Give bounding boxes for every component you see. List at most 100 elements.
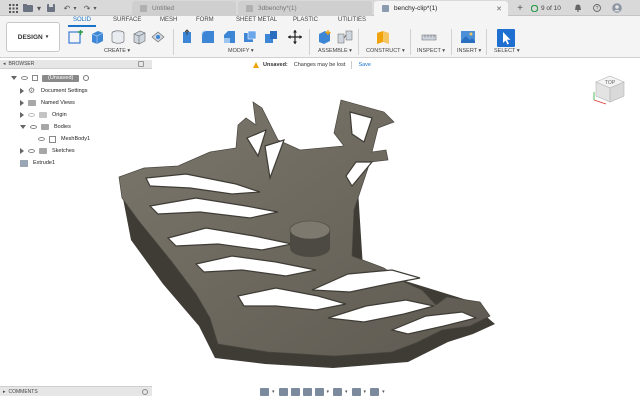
hidden-eye-icon[interactable] xyxy=(28,113,35,117)
insert-menu-label[interactable]: INSERT ▾ xyxy=(457,48,481,54)
chevron-down-icon[interactable]: ▾ xyxy=(364,389,367,395)
document-icon xyxy=(32,75,38,81)
tab-sheet-metal[interactable]: SHEET METAL xyxy=(236,17,277,23)
tab-benchy-clip[interactable]: benchy-clip*(1) ✕ xyxy=(374,1,508,16)
tab-surface[interactable]: SURFACE xyxy=(113,17,141,23)
redo-chevron-icon[interactable]: ▾ xyxy=(93,3,97,13)
undo-chevron-icon[interactable]: ▾ xyxy=(73,3,77,13)
visibility-eye-icon[interactable] xyxy=(21,76,28,80)
benchy-clip-part[interactable] xyxy=(118,99,491,357)
folder-icon xyxy=(39,148,47,154)
notifications-icon[interactable] xyxy=(573,3,583,13)
measure-icon[interactable] xyxy=(421,29,437,45)
expand-arrow-icon[interactable] xyxy=(20,112,24,118)
new-component-icon[interactable] xyxy=(316,29,332,45)
close-tab-icon[interactable]: ✕ xyxy=(496,5,502,13)
new-tab-icon[interactable]: + xyxy=(515,3,525,14)
box-icon[interactable] xyxy=(131,29,147,45)
help-icon[interactable]: ? xyxy=(592,3,602,13)
create-menu-label[interactable]: CREATE ▾ xyxy=(104,48,130,54)
display-settings-icon[interactable] xyxy=(333,387,343,396)
press-pull-icon[interactable] xyxy=(179,29,195,45)
insert-image-icon[interactable] xyxy=(460,29,476,45)
collapse-arrow-icon[interactable]: ◂ xyxy=(3,61,6,67)
construct-menu-label[interactable]: CONSTRUCT ▾ xyxy=(366,48,405,54)
tab-form[interactable]: FORM xyxy=(196,17,214,23)
chevron-down-icon[interactable]: ▾ xyxy=(327,389,330,395)
visibility-eye-icon[interactable] xyxy=(28,149,35,153)
zoom-icon[interactable] xyxy=(302,387,312,396)
tab-utilities[interactable]: UTILITIES xyxy=(338,17,366,23)
user-avatar-icon[interactable] xyxy=(611,3,623,13)
tree-item-origin[interactable]: Origin xyxy=(20,110,67,120)
tab-3dbenchy[interactable]: 3dbenchy*(1) xyxy=(238,1,372,16)
select-menu-label[interactable]: SELECT ▾ xyxy=(494,48,520,54)
tab-untitled[interactable]: Untitled xyxy=(132,1,236,16)
expand-arrow-icon[interactable]: ▸ xyxy=(3,389,6,395)
assemble-menu-label[interactable]: ASSEMBLE ▾ xyxy=(318,48,352,54)
file-menu-icon[interactable] xyxy=(22,3,34,13)
save-icon[interactable] xyxy=(46,3,56,13)
expand-arrow-icon[interactable] xyxy=(20,100,24,106)
comments-panel[interactable]: ▸ COMMENTS xyxy=(0,386,152,396)
view-cube[interactable]: TOP xyxy=(592,70,628,106)
tab-plastic[interactable]: PLASTIC xyxy=(293,17,318,23)
tree-item-document-settings[interactable]: ⚙ Document Settings xyxy=(20,86,87,96)
zoom-window-icon[interactable] xyxy=(314,387,324,396)
look-at-icon[interactable] xyxy=(278,387,288,396)
shell-icon[interactable] xyxy=(242,29,258,45)
file-menu-chevron-icon[interactable]: ▾ xyxy=(37,3,41,13)
chevron-down-icon[interactable]: ▾ xyxy=(382,389,385,395)
page-counter: 9 of 10 xyxy=(541,4,561,12)
joint-icon[interactable] xyxy=(337,29,353,45)
expand-arrow-icon[interactable] xyxy=(20,88,24,94)
modify-menu-label[interactable]: MODIFY ▾ xyxy=(228,48,254,54)
panel-resize-handle[interactable] xyxy=(146,61,150,67)
visibility-eye-icon[interactable] xyxy=(38,137,45,141)
tree-item-sketches[interactable]: Sketches xyxy=(20,146,75,156)
panel-pin-icon[interactable] xyxy=(138,61,144,67)
tree-item-named-views[interactable]: Named Views xyxy=(20,98,75,108)
tree-root[interactable]: (Unsaved) xyxy=(11,73,90,83)
workspace-switcher-button[interactable]: DESIGN ▾ xyxy=(6,22,60,52)
tree-item-bodies[interactable]: Bodies xyxy=(20,122,71,132)
browser-header[interactable]: ◂ BROWSER xyxy=(0,60,152,69)
expand-arrow-icon[interactable] xyxy=(20,125,26,129)
pattern-icon[interactable] xyxy=(150,29,166,45)
activate-radio-icon[interactable] xyxy=(83,75,90,81)
tree-item-meshbody1[interactable]: MeshBody1 xyxy=(38,134,90,144)
expand-arrow-icon[interactable] xyxy=(20,148,24,154)
offset-plane-icon[interactable] xyxy=(375,29,391,45)
chamfer-icon[interactable] xyxy=(221,29,237,45)
create-sketch-icon[interactable] xyxy=(68,29,84,45)
extrude-icon[interactable] xyxy=(89,29,105,45)
tab-solid[interactable]: SOLID xyxy=(73,17,91,23)
expand-arrow-icon[interactable] xyxy=(11,76,17,80)
add-comment-icon[interactable] xyxy=(142,389,148,395)
fillet-icon[interactable] xyxy=(200,29,216,45)
active-tab-underline xyxy=(68,25,96,27)
toolbar-divider xyxy=(451,29,452,55)
app-grid-icon[interactable] xyxy=(8,3,18,13)
select-icon[interactable] xyxy=(497,29,515,47)
redo-icon[interactable]: ↷ xyxy=(82,3,92,13)
move-icon[interactable] xyxy=(287,29,303,45)
revolve-icon[interactable] xyxy=(110,29,126,45)
tree-item-label: Named Views xyxy=(41,100,75,106)
tab-mesh[interactable]: MESH xyxy=(160,17,177,23)
grid-snaps-icon[interactable] xyxy=(351,387,361,396)
save-link[interactable]: Save xyxy=(358,62,371,68)
chevron-down-icon[interactable]: ▾ xyxy=(272,389,275,395)
viewports-icon[interactable] xyxy=(370,387,380,396)
job-status-counter[interactable]: 9 of 10 xyxy=(541,2,561,14)
combine-icon[interactable] xyxy=(263,29,279,45)
tree-item-extrude1[interactable]: Extrude1 xyxy=(20,158,55,168)
orbit-icon[interactable] xyxy=(260,387,269,396)
offline-status-icon[interactable] xyxy=(530,3,538,13)
chevron-down-icon[interactable]: ▾ xyxy=(345,389,348,395)
undo-icon[interactable]: ↶ xyxy=(62,3,72,13)
visibility-eye-icon[interactable] xyxy=(30,125,37,129)
document-icon xyxy=(382,5,389,12)
inspect-menu-label[interactable]: INSPECT ▾ xyxy=(417,48,445,54)
pan-icon[interactable] xyxy=(290,387,300,396)
